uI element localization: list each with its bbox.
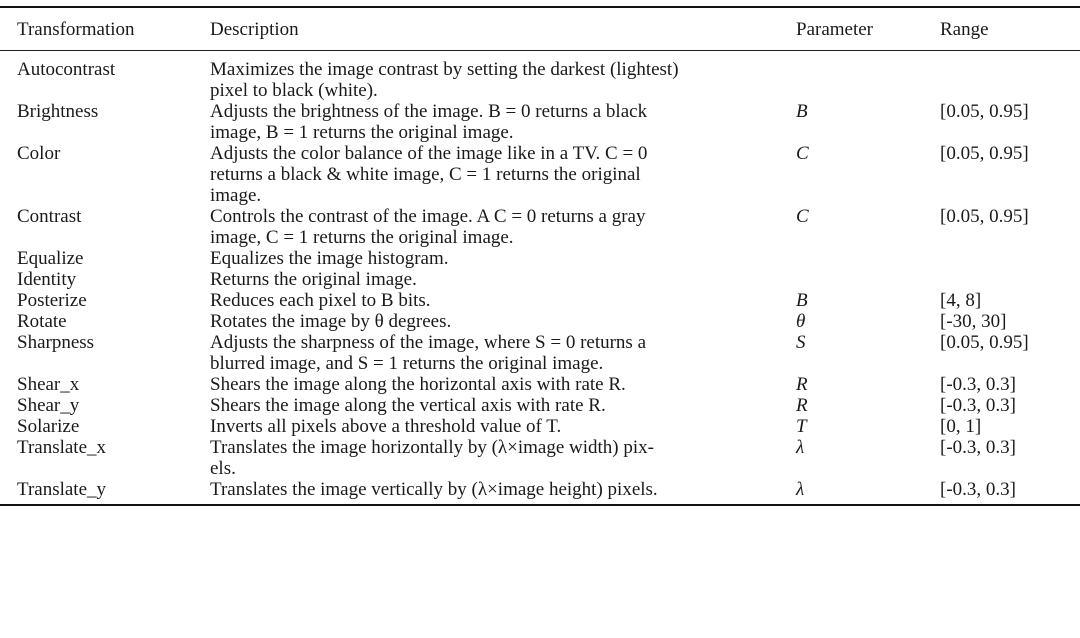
cell-parameter: C xyxy=(796,206,809,227)
cell-transformation: Rotate xyxy=(17,311,67,332)
transformations-table: Transformation Description Parameter Ran… xyxy=(0,6,1080,506)
table-row-color: Color Adjusts the color balance of the i… xyxy=(0,143,1080,206)
cell-transformation: Identity xyxy=(17,269,77,290)
table-row-sharpness: Sharpness Adjusts the sharpness of the i… xyxy=(0,332,1080,374)
cell-transformation: Contrast xyxy=(17,206,82,227)
cell-description: Translates the image horizontally by (λ×… xyxy=(210,437,654,479)
cell-description: Returns the original image. xyxy=(210,269,417,290)
cell-description: Controls the contrast of the image. A C … xyxy=(210,206,646,248)
cell-range: [0.05, 0.95] xyxy=(940,332,1029,353)
cell-description: Reduces each pixel to B bits. xyxy=(210,290,431,311)
table-row-shear-y: Shear_y Shears the image along the verti… xyxy=(0,395,1080,416)
header-parameter: Parameter xyxy=(796,19,874,40)
table-row-posterize: Posterize Reduces each pixel to B bits. … xyxy=(0,290,1080,311)
cell-transformation: Autocontrast xyxy=(17,59,116,80)
header-description: Description xyxy=(210,19,299,40)
cell-parameter: R xyxy=(796,395,808,416)
cell-transformation: Posterize xyxy=(17,290,87,311)
table-row-brightness: Brightness Adjusts the brightness of the… xyxy=(0,101,1080,143)
table-row-translate-y: Translate_y Translates the image vertica… xyxy=(0,479,1080,500)
header-transformation: Transformation xyxy=(17,19,135,40)
cell-transformation: Shear_y xyxy=(17,395,80,416)
cell-parameter: θ xyxy=(796,311,806,332)
cell-description: Adjusts the brightness of the image. B =… xyxy=(210,101,648,143)
cell-range: [4, 8] xyxy=(940,290,982,311)
cell-parameter: T xyxy=(796,416,807,437)
table-row-translate-x: Translate_x Translates the image horizon… xyxy=(0,437,1080,479)
cell-transformation: Shear_x xyxy=(17,374,80,395)
cell-description: Rotates the image by θ degrees. xyxy=(210,311,452,332)
cell-transformation: Sharpness xyxy=(17,332,95,353)
cell-range: [0.05, 0.95] xyxy=(940,101,1029,122)
cell-range: [-0.3, 0.3] xyxy=(940,437,1016,458)
cell-transformation: Translate_x xyxy=(17,437,107,458)
table-row-equalize: Equalize Equalizes the image histogram. xyxy=(0,248,1080,269)
table-row-contrast: Contrast Controls the contrast of the im… xyxy=(0,206,1080,248)
cell-description: Shears the image along the vertical axis… xyxy=(210,395,606,416)
cell-range: [0, 1] xyxy=(940,416,982,437)
cell-transformation: Translate_y xyxy=(17,479,107,500)
cell-description: Equalizes the image histogram. xyxy=(210,248,449,269)
cell-range: [-0.3, 0.3] xyxy=(940,374,1016,395)
cell-description: Translates the image vertically by (λ×im… xyxy=(210,479,658,500)
header-range: Range xyxy=(940,19,989,40)
table-body: Autocontrast Maximizes the image contras… xyxy=(0,51,1080,504)
cell-description: Shears the image along the horizontal ax… xyxy=(210,374,626,395)
cell-transformation: Equalize xyxy=(17,248,84,269)
cell-description: Maximizes the image contrast by setting … xyxy=(210,59,679,101)
cell-description: Adjusts the color balance of the image l… xyxy=(210,143,648,206)
cell-transformation: Solarize xyxy=(17,416,80,437)
table-row-shear-x: Shear_x Shears the image along the horiz… xyxy=(0,374,1080,395)
table-row-rotate: Rotate Rotates the image by θ degrees. θ… xyxy=(0,311,1080,332)
cell-parameter: S xyxy=(796,332,806,353)
table-header-row: Transformation Description Parameter Ran… xyxy=(0,8,1080,50)
table-row-solarize: Solarize Inverts all pixels above a thre… xyxy=(0,416,1080,437)
cell-range: [0.05, 0.95] xyxy=(940,143,1029,164)
cell-description: Inverts all pixels above a threshold val… xyxy=(210,416,562,437)
cell-parameter: λ xyxy=(796,437,805,458)
cell-range: [-30, 30] xyxy=(940,311,1007,332)
cell-description: Adjusts the sharpness of the image, wher… xyxy=(210,332,647,374)
cell-transformation: Brightness xyxy=(17,101,99,122)
cell-parameter: B xyxy=(796,101,808,122)
cell-transformation: Color xyxy=(17,143,61,164)
cell-parameter: B xyxy=(796,290,808,311)
cell-range: [-0.3, 0.3] xyxy=(940,479,1016,500)
table-row-identity: Identity Returns the original image. xyxy=(0,269,1080,290)
bottom-rule xyxy=(0,504,1080,506)
cell-parameter: λ xyxy=(796,479,805,500)
cell-range: [0.05, 0.95] xyxy=(940,206,1029,227)
cell-parameter: R xyxy=(796,374,808,395)
cell-parameter: C xyxy=(796,143,809,164)
table-row-autocontrast: Autocontrast Maximizes the image contras… xyxy=(0,59,1080,101)
cell-range: [-0.3, 0.3] xyxy=(940,395,1016,416)
